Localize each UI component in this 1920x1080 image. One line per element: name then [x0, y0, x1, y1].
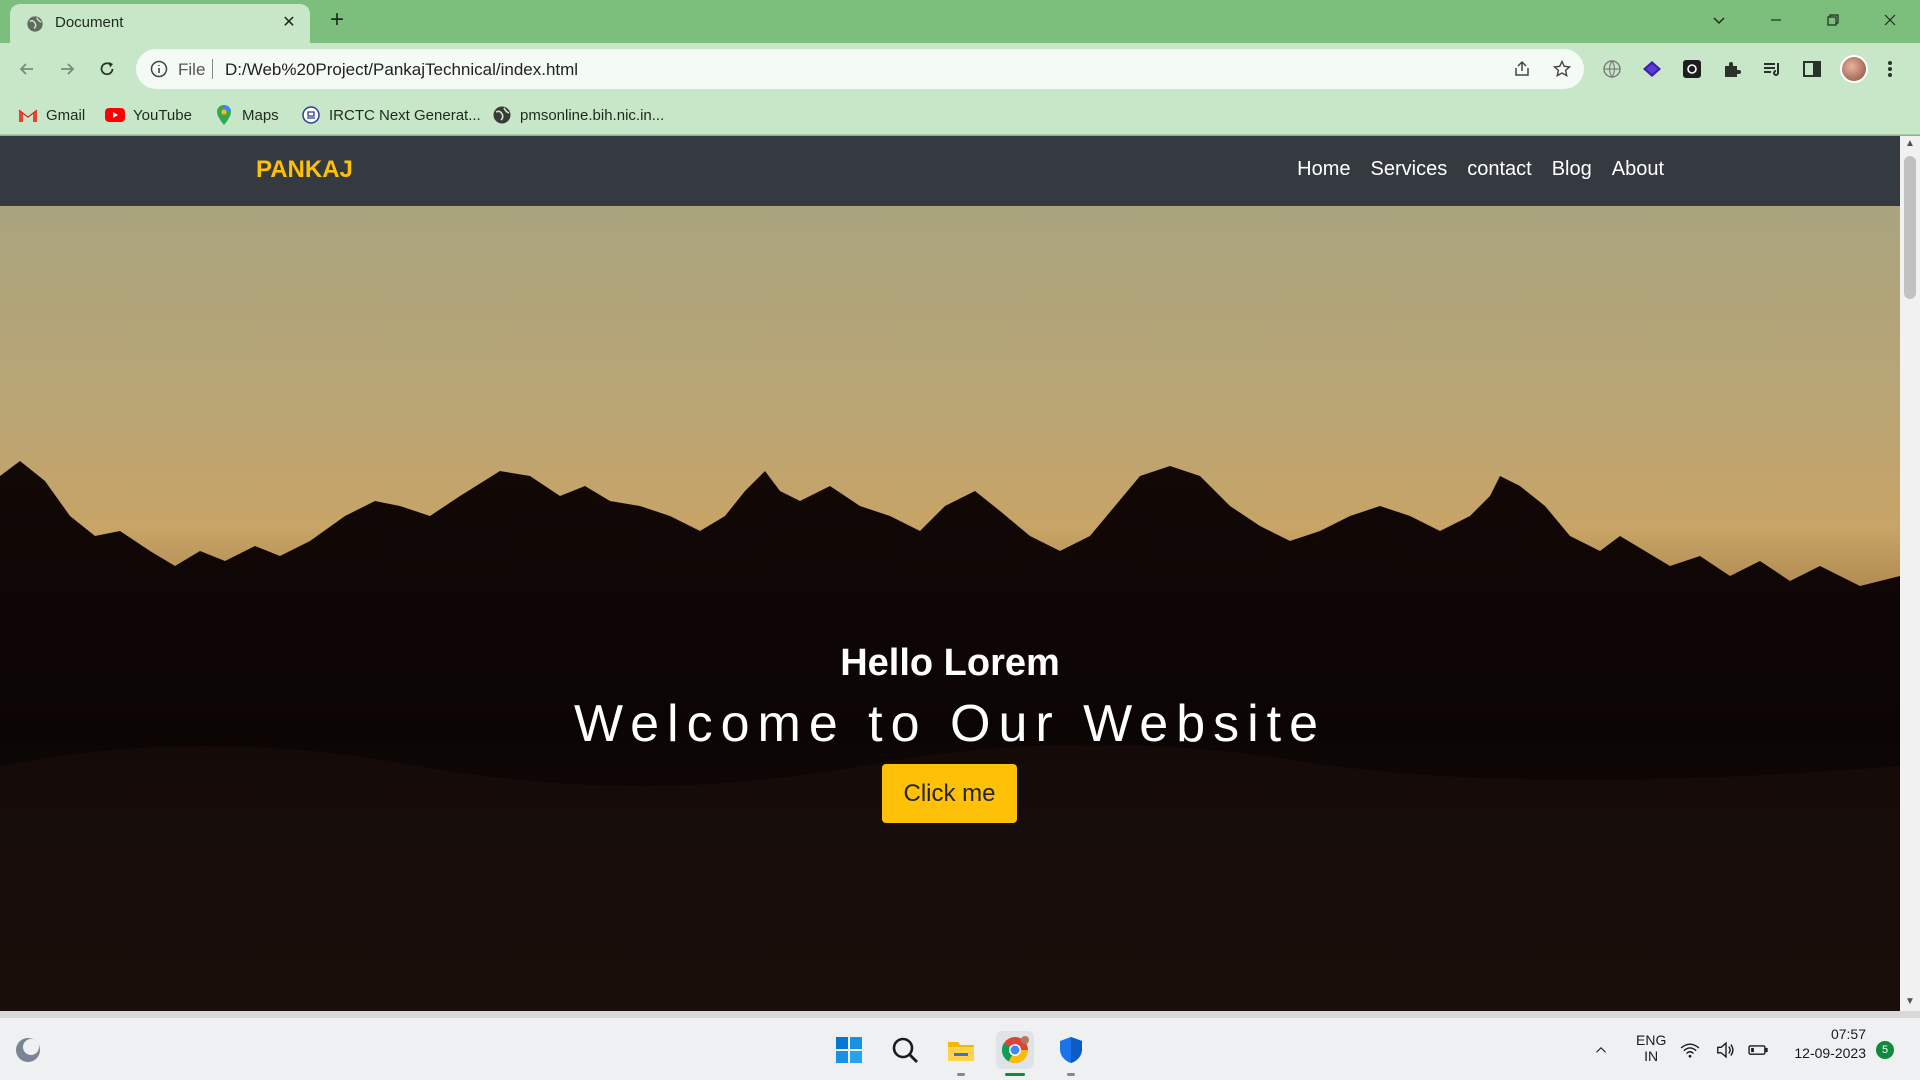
nav-link-blog[interactable]: Blog [1552, 158, 1592, 181]
reload-icon [100, 62, 114, 76]
arrow-left-icon [19, 63, 33, 75]
bookmark-pmsonline[interactable]: pmsonline.bih.nic.in... [492, 103, 664, 127]
notification-badge[interactable]: 5 [1876, 1041, 1894, 1059]
new-tab-button[interactable]: + [322, 6, 352, 36]
nav-link-contact[interactable]: contact [1467, 158, 1531, 181]
hero-greeting: Hello Lorem [840, 642, 1060, 684]
language-line1: ENG [1636, 1032, 1667, 1048]
bookmark-label: pmsonline.bih.nic.in... [520, 106, 665, 124]
minimize-button[interactable] [1753, 4, 1799, 36]
file-explorer-icon[interactable] [942, 1031, 980, 1069]
share-icon[interactable] [1512, 59, 1532, 79]
taskbar-indicator [957, 1073, 965, 1076]
profile-avatar[interactable] [1840, 55, 1868, 83]
youtube-icon [105, 105, 125, 125]
bookmarks-bar: Gmail YouTube Maps IRCTC Next Generat...… [0, 95, 1920, 135]
wifi-icon[interactable] [1678, 1031, 1702, 1069]
bookmark-label: Maps [242, 106, 279, 124]
bookmark-gmail[interactable]: Gmail [18, 103, 85, 127]
scroll-down-icon[interactable]: ▼ [1904, 996, 1916, 1008]
page-viewport: PANKAJ Home Services contact Blog About … [0, 136, 1900, 1011]
bookmark-irctc[interactable]: IRCTC Next Generat... [301, 103, 481, 127]
volume-icon[interactable] [1714, 1031, 1738, 1069]
arrow-right-icon [61, 63, 75, 75]
start-icon[interactable] [830, 1031, 868, 1069]
nav-link-services[interactable]: Services [1371, 158, 1448, 181]
tab-close-icon[interactable]: ✕ [278, 12, 300, 34]
star-icon[interactable] [1552, 59, 1572, 79]
media-control-icon[interactable] [1760, 57, 1784, 81]
url-text[interactable]: D:/Web%20Project/PankajTechnical/index.h… [225, 60, 578, 80]
chevron-up-icon[interactable] [1582, 1031, 1620, 1069]
site-brand[interactable]: PANKAJ [256, 156, 353, 184]
chrome-icon[interactable] [996, 1031, 1034, 1069]
reload-button[interactable] [91, 53, 123, 85]
tab-strip: Document ✕ + [0, 0, 1920, 43]
layers-extension-icon[interactable] [1640, 57, 1664, 81]
bookmark-label: IRCTC Next Generat... [329, 106, 481, 124]
scroll-up-icon[interactable]: ▲ [1904, 138, 1916, 150]
battery-icon[interactable] [1746, 1031, 1770, 1069]
site-nav-links: Home Services contact Blog About [1297, 158, 1664, 181]
gmail-icon [18, 105, 38, 125]
clock[interactable]: 07:57 12-09-2023 [1786, 1026, 1866, 1061]
side-panel-icon[interactable] [1800, 57, 1824, 81]
back-button[interactable] [11, 53, 43, 85]
hero-section: Hello Lorem Welcome to Our Website Click… [0, 206, 1900, 1011]
globe-icon [492, 105, 512, 125]
tab-search-icon[interactable] [1696, 4, 1742, 36]
nav-link-home[interactable]: Home [1297, 158, 1350, 181]
page-scrollbar[interactable]: ▲ ▼ [1900, 136, 1920, 1011]
bookmark-label: YouTube [133, 106, 192, 124]
restore-button[interactable] [1810, 4, 1856, 36]
nav-link-about[interactable]: About [1612, 158, 1664, 181]
security-shield-icon[interactable] [1052, 1031, 1090, 1069]
url-separator [212, 59, 213, 79]
widgets-icon[interactable] [9, 1031, 47, 1069]
translate-extension-icon[interactable] [1600, 57, 1624, 81]
menu-dots-icon[interactable] [1878, 57, 1902, 81]
close-window-button[interactable] [1867, 4, 1913, 36]
puzzle-icon[interactable] [1720, 57, 1744, 81]
browser-tab[interactable]: Document ✕ [10, 4, 310, 43]
globe-icon [27, 16, 43, 32]
url-scheme: File [178, 60, 206, 79]
windows-taskbar: ENG IN 07:57 12-09-2023 [0, 1017, 1920, 1080]
browser-toolbar: File D:/Web%20Project/PankajTechnical/in… [0, 43, 1920, 95]
language-line2: IN [1644, 1048, 1659, 1064]
language-indicator[interactable]: ENG IN [1636, 1032, 1666, 1064]
bookmark-youtube[interactable]: YouTube [105, 103, 192, 127]
bookmark-maps[interactable]: Maps [214, 103, 279, 127]
active-app-indicator [1005, 1073, 1025, 1076]
info-icon[interactable] [150, 60, 168, 78]
hero-headline: Welcome to Our Website [573, 695, 1327, 753]
mountain-silhouette-image [0, 461, 1900, 1011]
bookmark-label: Gmail [46, 106, 86, 124]
scrollbar-thumb[interactable] [1904, 156, 1916, 299]
address-bar[interactable]: File D:/Web%20Project/PankajTechnical/in… [136, 49, 1584, 89]
irctc-icon [301, 105, 321, 125]
tab-title: Document [55, 14, 124, 31]
maps-icon [214, 105, 234, 125]
taskbar-indicator [1067, 1073, 1075, 1076]
dark-extension-icon[interactable] [1680, 57, 1704, 81]
site-navbar: PANKAJ Home Services contact Blog About [0, 136, 1900, 206]
click-me-button[interactable]: Click me [882, 764, 1017, 823]
search-icon[interactable] [886, 1031, 924, 1069]
clock-date: 12-09-2023 [1794, 1045, 1866, 1061]
clock-time: 07:57 [1830, 1026, 1866, 1042]
forward-button[interactable] [51, 53, 83, 85]
